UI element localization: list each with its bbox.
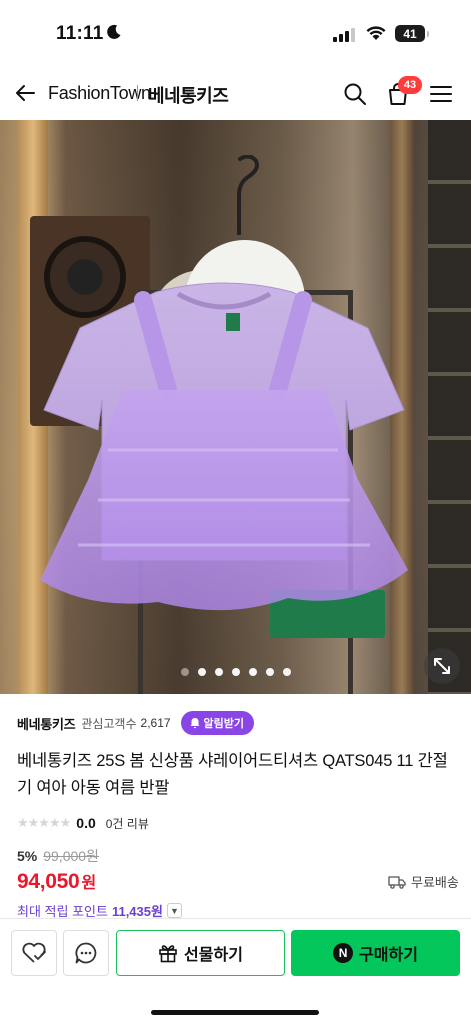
back-arrow-icon[interactable]	[14, 82, 36, 104]
chat-bubble-icon	[75, 942, 97, 964]
cellular-signal-icon	[333, 26, 355, 42]
status-bar: 11:11 41	[0, 0, 471, 66]
gift-icon	[159, 945, 177, 963]
gallery-pagination	[0, 668, 471, 680]
star-rating-icon: ★★★★★	[17, 815, 71, 830]
sale-price: 94,050	[17, 870, 80, 893]
bottom-action-bar: 선물하기 N 구매하기	[0, 918, 471, 1024]
heart-check-icon	[22, 942, 46, 963]
hanger-hook	[237, 155, 259, 235]
store-info-row: 베네통키즈 관심고객수 2,617 알림받기	[17, 711, 255, 735]
chevron-down-icon[interactable]: ▼	[166, 903, 182, 918]
currency-unit: 원	[81, 875, 97, 892]
battery-indicator: 41	[395, 25, 429, 42]
wishlist-button[interactable]	[11, 930, 57, 976]
gift-button-label: 선물하기	[184, 947, 243, 964]
original-price: 99,000원	[43, 848, 99, 864]
cart-count-badge: 43	[398, 76, 422, 94]
background-shelf	[428, 120, 471, 694]
top-navigation: FashionTown 베네통키즈	[0, 66, 471, 120]
store-title[interactable]: 베네통키즈	[148, 82, 229, 108]
watchers-count: 2,617	[140, 716, 171, 730]
alarm-button-label: 알림받기	[203, 718, 245, 730]
watchers-label: 관심고객수	[81, 716, 137, 731]
buy-button-label: 구매하기	[359, 947, 418, 964]
hamburger-menu-icon[interactable]	[430, 84, 452, 104]
pager-dot[interactable]	[282, 668, 291, 676]
pager-dot[interactable]	[248, 668, 257, 676]
shipping-label: 무료배송	[411, 875, 459, 890]
buy-button[interactable]: N 구매하기	[291, 930, 460, 976]
pager-dot[interactable]	[197, 668, 206, 676]
pager-dot[interactable]	[214, 668, 223, 676]
bell-icon	[190, 718, 200, 729]
pager-dot[interactable]	[231, 668, 240, 676]
home-indicator	[151, 1010, 319, 1015]
store-name-link[interactable]: 베네통키즈	[17, 714, 76, 733]
brand-logo[interactable]: FashionTown	[48, 83, 151, 104]
pager-dot[interactable]	[180, 668, 189, 676]
shipping-info: 무료배송	[388, 872, 459, 891]
pager-dot[interactable]	[265, 668, 274, 676]
naver-pay-icon: N	[333, 943, 354, 963]
review-count-link[interactable]: 0건 리뷰	[106, 815, 149, 832]
moon-icon	[107, 24, 121, 39]
brand-divider	[137, 85, 138, 101]
search-icon[interactable]	[343, 82, 367, 106]
alarm-subscribe-button[interactable]: 알림받기	[180, 711, 255, 735]
wifi-icon	[366, 26, 386, 40]
product-shirt-image	[40, 282, 408, 611]
expand-image-button[interactable]	[424, 648, 460, 684]
discount-rate: 5%	[17, 848, 38, 864]
chat-inquiry-button[interactable]	[63, 930, 109, 976]
gift-button[interactable]: 선물하기	[116, 930, 285, 976]
expand-icon	[434, 658, 450, 674]
rating-score: 0.0	[76, 815, 96, 831]
product-image-gallery[interactable]	[0, 120, 471, 694]
price-section: 5% 99,000원 94,050 원	[17, 846, 99, 894]
product-title: 베네통키즈 25S 봄 신상품 샤레이어드티셔츠 QATS045 11 간절기 …	[17, 752, 448, 797]
status-time: 11:11	[56, 23, 104, 44]
rating-row[interactable]: ★★★★★ 0.0 0건 리뷰	[17, 813, 149, 833]
truck-icon	[388, 875, 406, 889]
